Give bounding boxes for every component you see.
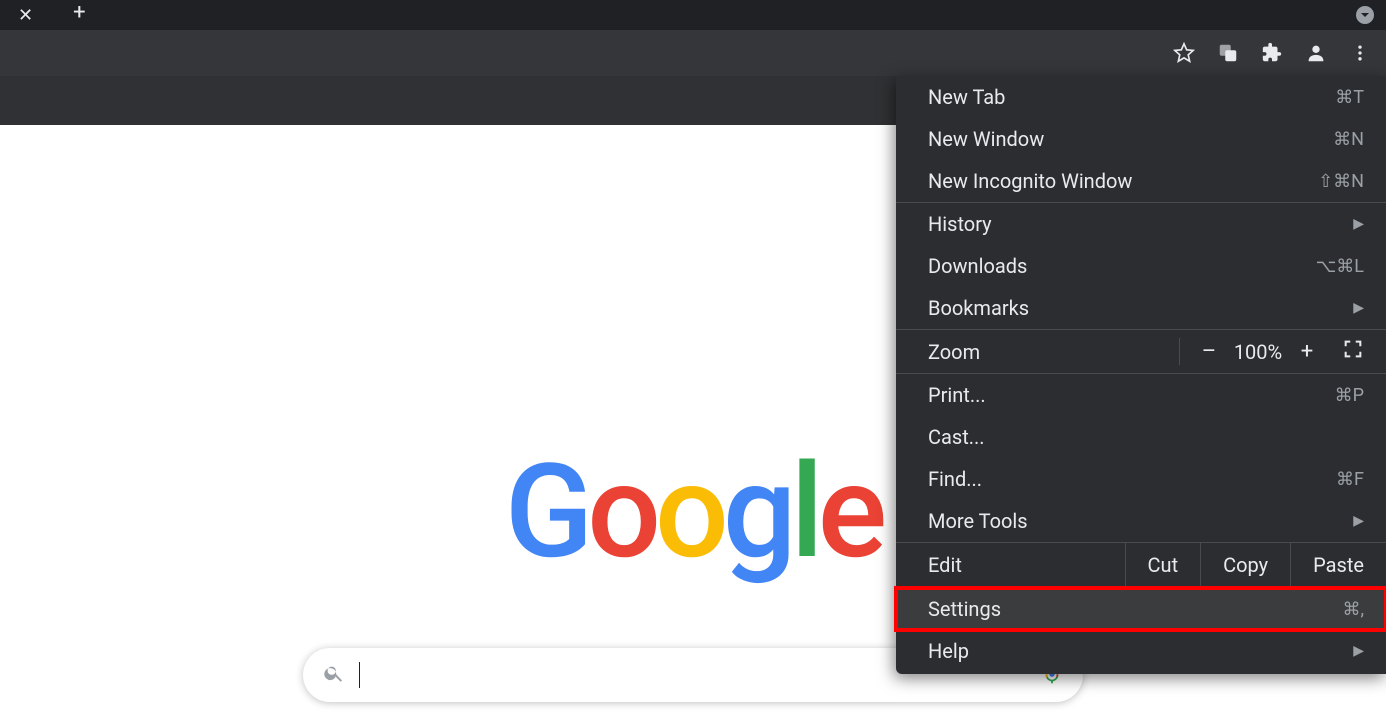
search-icon bbox=[323, 662, 345, 688]
menu-label: History bbox=[928, 212, 992, 236]
menu-item-print[interactable]: Print... ⌘P bbox=[896, 374, 1386, 416]
logo-letter: G bbox=[505, 435, 588, 588]
extensions-icon[interactable] bbox=[1252, 33, 1292, 73]
chevron-right-icon: ▶ bbox=[1353, 513, 1364, 529]
menu-label: New Incognito Window bbox=[928, 169, 1132, 193]
menu-label: Help bbox=[928, 639, 969, 663]
logo-letter: l bbox=[791, 435, 818, 588]
profile-icon[interactable] bbox=[1296, 33, 1336, 73]
zoom-out-button[interactable]: – bbox=[1192, 339, 1226, 364]
menu-item-downloads[interactable]: Downloads ⌥⌘L bbox=[896, 245, 1386, 287]
menu-item-settings[interactable]: Settings ⌘, bbox=[896, 588, 1386, 630]
menu-item-find[interactable]: Find... ⌘F bbox=[896, 458, 1386, 500]
menu-label: New Tab bbox=[928, 85, 1005, 109]
menu-item-new-tab[interactable]: New Tab ⌘T bbox=[896, 76, 1386, 118]
fullscreen-icon[interactable] bbox=[1342, 338, 1364, 365]
chevron-right-icon: ▶ bbox=[1353, 216, 1364, 232]
menu-shortcut: ⌘F bbox=[1336, 469, 1364, 490]
edit-cut-button[interactable]: Cut bbox=[1125, 543, 1201, 587]
chevron-right-icon: ▶ bbox=[1353, 300, 1364, 316]
logo-letter: g bbox=[723, 435, 791, 588]
window-control-icon[interactable] bbox=[1356, 6, 1374, 24]
edit-copy-button[interactable]: Copy bbox=[1200, 543, 1290, 587]
close-tab-icon[interactable]: ✕ bbox=[8, 1, 43, 30]
menu-shortcut: ⇧⌘N bbox=[1318, 171, 1364, 192]
menu-label: Bookmarks bbox=[928, 296, 1029, 320]
menu-label: Cast... bbox=[928, 425, 985, 449]
logo-letter: o bbox=[655, 435, 723, 588]
menu-label: Downloads bbox=[928, 254, 1027, 278]
new-tab-button[interactable]: + bbox=[43, 2, 97, 28]
menu-label: Find... bbox=[928, 467, 982, 491]
menu-label: New Window bbox=[928, 127, 1044, 151]
menu-shortcut: ⌘T bbox=[1335, 87, 1364, 108]
menu-shortcut: ⌥⌘L bbox=[1316, 256, 1364, 277]
translate-icon[interactable] bbox=[1208, 33, 1248, 73]
logo-letter: o bbox=[587, 435, 655, 588]
tab-strip: ✕ + bbox=[0, 0, 1386, 30]
text-cursor bbox=[359, 662, 360, 688]
zoom-in-button[interactable]: + bbox=[1290, 339, 1324, 364]
google-logo: Google bbox=[505, 435, 882, 588]
menu-shortcut: ⌘N bbox=[1333, 129, 1364, 150]
menu-item-help[interactable]: Help ▶ bbox=[896, 630, 1386, 672]
menu-item-new-incognito[interactable]: New Incognito Window ⇧⌘N bbox=[896, 160, 1386, 202]
edit-label: Edit bbox=[928, 553, 962, 577]
menu-label: Print... bbox=[928, 383, 986, 407]
menu-item-edit: Edit Cut Copy Paste bbox=[896, 543, 1386, 587]
chevron-right-icon: ▶ bbox=[1353, 643, 1364, 659]
bookmark-star-icon[interactable] bbox=[1164, 33, 1204, 73]
zoom-label: Zoom bbox=[928, 340, 980, 364]
menu-label: Settings bbox=[928, 597, 1001, 621]
menu-item-bookmarks[interactable]: Bookmarks ▶ bbox=[896, 287, 1386, 329]
more-menu-dropdown: New Tab ⌘T New Window ⌘N New Incognito W… bbox=[896, 76, 1386, 674]
menu-shortcut: ⌘P bbox=[1335, 385, 1364, 406]
more-menu-icon[interactable] bbox=[1340, 33, 1380, 73]
logo-letter: e bbox=[818, 435, 882, 588]
menu-item-more-tools[interactable]: More Tools ▶ bbox=[896, 500, 1386, 542]
menu-item-history[interactable]: History ▶ bbox=[896, 203, 1386, 245]
menu-shortcut: ⌘, bbox=[1342, 599, 1364, 620]
edit-paste-button[interactable]: Paste bbox=[1290, 543, 1386, 587]
menu-label: More Tools bbox=[928, 509, 1028, 533]
menu-item-zoom: Zoom – 100% + bbox=[896, 330, 1386, 373]
zoom-percent: 100% bbox=[1226, 340, 1290, 364]
menu-item-new-window[interactable]: New Window ⌘N bbox=[896, 118, 1386, 160]
toolbar bbox=[0, 30, 1386, 76]
menu-item-cast[interactable]: Cast... bbox=[896, 416, 1386, 458]
